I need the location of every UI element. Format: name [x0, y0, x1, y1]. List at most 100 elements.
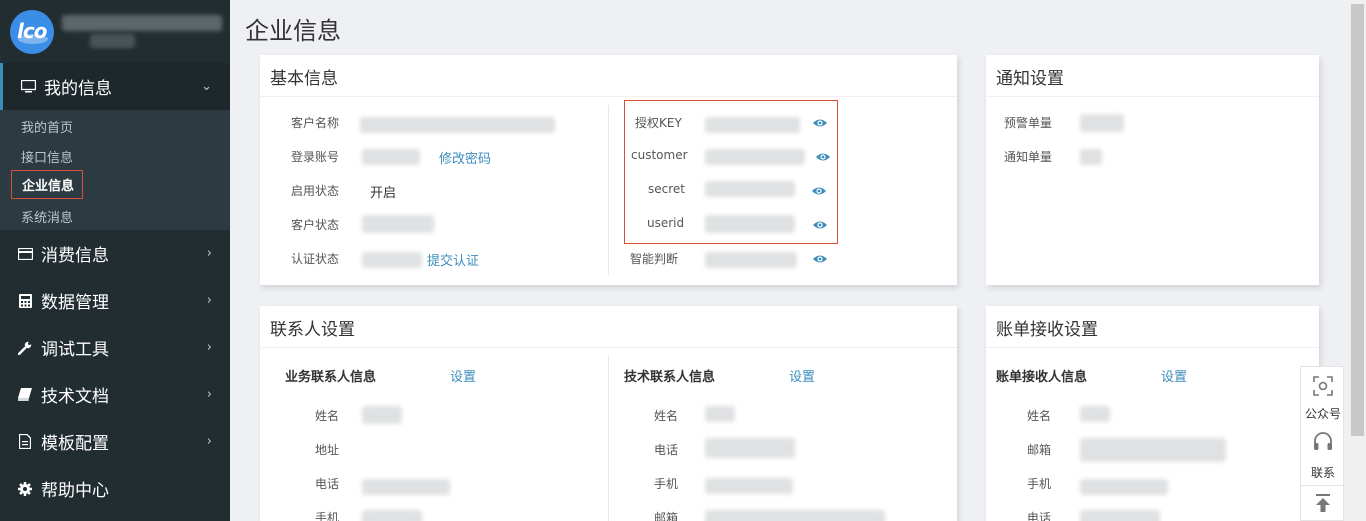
- label-enabled-status: 启用状态: [291, 184, 340, 198]
- back-to-top-icon[interactable]: [1311, 491, 1335, 515]
- label-warning-count: 预警单量: [1004, 116, 1053, 130]
- label-bill-name: 姓名: [1027, 409, 1052, 423]
- tech-name-value-redacted: [705, 406, 735, 422]
- contacts-panel: 联系人设置 业务联系人信息 设置 姓名 地址 电话 手机 技术联系人信息 设置 …: [260, 306, 957, 521]
- menu-help-center[interactable]: 帮助中心: [0, 465, 230, 512]
- divider: [260, 347, 957, 348]
- wrench-icon: [17, 340, 33, 356]
- menu-data-management[interactable]: 数据管理 ›: [0, 277, 230, 324]
- headset-icon[interactable]: [1311, 430, 1335, 454]
- panel-title: 联系人设置: [270, 320, 355, 340]
- label-customer-name: 客户名称: [291, 116, 340, 130]
- bill-name-value-redacted: [1080, 406, 1110, 422]
- bill-phone-value-redacted: [1080, 510, 1160, 521]
- submenu-item-home[interactable]: 我的首页: [21, 117, 73, 136]
- label-tech-name: 姓名: [654, 409, 679, 423]
- menu-debug-tools[interactable]: 调试工具 ›: [0, 324, 230, 371]
- tech-email-value-redacted: [705, 510, 885, 521]
- submit-cert-link[interactable]: 提交认证: [427, 250, 479, 269]
- business-mobile-value-redacted: [362, 510, 422, 521]
- smart-judge-value-redacted: [705, 252, 797, 268]
- panel-title: 通知设置: [996, 69, 1064, 89]
- eye-icon[interactable]: [812, 251, 828, 267]
- divider: [260, 96, 957, 97]
- column-divider: [608, 105, 609, 275]
- calculator-icon: [17, 293, 33, 309]
- eye-icon[interactable]: [812, 115, 828, 131]
- bill-settings-panel: 账单接收设置 账单接收人信息 设置 姓名 邮箱 手机 电话: [986, 306, 1319, 521]
- menu-label: 我的信息: [44, 79, 112, 99]
- panel-title: 账单接收设置: [996, 320, 1098, 340]
- column-divider: [608, 356, 609, 521]
- menu-tech-docs[interactable]: 技术文档 ›: [0, 371, 230, 418]
- scan-icon[interactable]: [1311, 374, 1335, 398]
- label-tech-email: 邮箱: [654, 511, 679, 521]
- monitor-icon: [20, 79, 36, 95]
- menu-template-config[interactable]: 模板配置 ›: [0, 418, 230, 465]
- label-auth-key: 授权KEY: [635, 116, 682, 130]
- label-business-name: 姓名: [315, 409, 340, 423]
- business-contact-set-link[interactable]: 设置: [450, 366, 476, 385]
- menu-my-info[interactable]: 我的信息 ⌄: [0, 63, 230, 110]
- chevron-right-icon: ›: [206, 387, 212, 402]
- submenu-item-system-messages[interactable]: 系统消息: [21, 207, 73, 226]
- change-password-link[interactable]: 修改密码: [439, 148, 491, 167]
- label-bill-phone: 电话: [1027, 511, 1052, 521]
- cert-status-value-redacted: [362, 252, 422, 268]
- customer-status-value-redacted: [362, 215, 434, 233]
- eye-icon[interactable]: [812, 217, 828, 233]
- label-customer: customer: [631, 148, 688, 162]
- notify-count-value-redacted: [1080, 149, 1102, 165]
- label-customer-status: 客户状态: [291, 218, 340, 232]
- eye-icon[interactable]: [811, 183, 827, 199]
- divider: [1301, 485, 1343, 486]
- menu-label: 消费信息: [41, 246, 109, 266]
- label-login-account: 登录账号: [291, 150, 340, 164]
- tech-mobile-value-redacted: [705, 478, 793, 494]
- file-icon: [17, 434, 33, 450]
- eye-icon[interactable]: [815, 149, 831, 165]
- auth-key-value-redacted: [705, 117, 800, 133]
- page-title: 企业信息: [245, 17, 341, 45]
- chevron-down-icon: ⌄: [201, 79, 212, 94]
- label-bill-email: 邮箱: [1027, 443, 1052, 457]
- business-contact-title: 业务联系人信息: [285, 370, 377, 385]
- divider: [986, 96, 1319, 97]
- bill-receiver-set-link[interactable]: 设置: [1161, 366, 1187, 385]
- panel-title: 基本信息: [270, 69, 338, 89]
- menu-label: 技术文档: [41, 387, 109, 407]
- menu-label: 数据管理: [41, 293, 109, 313]
- bill-mobile-value-redacted: [1080, 479, 1168, 495]
- wechat-official-label[interactable]: 公众号: [1301, 405, 1345, 422]
- menu-label: 帮助中心: [41, 481, 109, 501]
- brand-subname-redacted: [90, 34, 135, 48]
- business-phone-value-redacted: [362, 479, 450, 495]
- scrollbar-thumb[interactable]: [1351, 4, 1364, 436]
- submenu-item-api-info[interactable]: 接口信息: [21, 147, 73, 166]
- label-business-address: 地址: [315, 443, 340, 457]
- credit-card-icon: [17, 246, 33, 262]
- tech-contact-set-link[interactable]: 设置: [789, 366, 815, 385]
- label-notify-count: 通知单量: [1004, 150, 1053, 164]
- label-business-mobile: 手机: [315, 511, 340, 521]
- sidebar: lco 我的信息 ⌄ 我的首页 接口信息 企业信息 系统消息 消费信息 › 数据…: [0, 0, 230, 521]
- bill-email-value-redacted: [1080, 438, 1226, 462]
- chevron-right-icon: ›: [206, 434, 212, 449]
- tech-contact-title: 技术联系人信息: [624, 370, 716, 385]
- label-bill-mobile: 手机: [1027, 477, 1052, 491]
- enabled-status-value: 开启: [370, 186, 397, 201]
- book-icon: [17, 387, 33, 403]
- tech-phone-value-redacted: [705, 438, 795, 458]
- vertical-scrollbar[interactable]: [1349, 0, 1366, 521]
- label-business-phone: 电话: [315, 477, 340, 491]
- label-cert-status: 认证状态: [291, 252, 340, 266]
- chevron-right-icon: ›: [206, 293, 212, 308]
- logo[interactable]: lco: [10, 10, 54, 54]
- submenu-item-company-info[interactable]: 企业信息: [11, 170, 84, 199]
- contact-label[interactable]: 联系: [1301, 464, 1345, 481]
- basic-info-panel: 基本信息 客户名称 登录账号 修改密码 启用状态 开启 客户状态 认证状态 提交…: [260, 55, 957, 285]
- chevron-right-icon: ›: [206, 340, 212, 355]
- menu-consumption[interactable]: 消费信息 ›: [0, 230, 230, 277]
- brand-name-redacted: [62, 15, 222, 31]
- customer-value-redacted: [705, 149, 805, 165]
